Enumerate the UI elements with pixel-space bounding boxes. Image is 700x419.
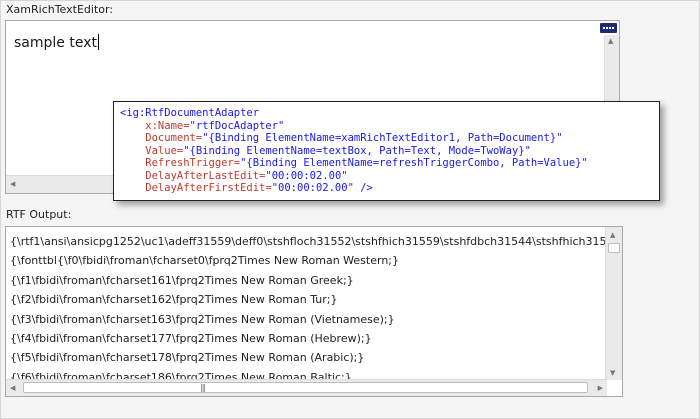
arrow-up-icon[interactable]: ▲ [608,37,613,45]
code-line: x:Name="rtfDocAdapter" [120,120,659,133]
code-val: "{Binding ElementName=textBox, Path=Text… [183,144,531,157]
arrow-up-icon[interactable]: ▲ [610,231,615,239]
scroll-grip-icon: ||| [200,383,206,392]
rtf-line: {\f3\fbidi\froman\fcharset163\fprq2Times… [10,312,395,326]
code-attr: Document= [120,132,203,144]
text-caret [97,34,99,50]
rtf-vertical-scrollbar[interactable]: ▲ ▼ [605,227,622,380]
arrow-left-icon[interactable]: ◀ [10,384,15,392]
code-line: Value="{Binding ElementName=textBox, Pat… [120,145,659,158]
code-attr: DelayAfterFirstEdit= [120,182,272,194]
rtf-line: {\rtf1\ansi\ansicpg1252\uc1\adeff31559\d… [10,235,621,248]
code-attr: RefreshTrigger= [120,157,241,169]
code-val: "{Binding ElementName=xamRichTextEditor1… [202,132,563,144]
code-attr: x:Name= [120,119,190,132]
code-line: DelayAfterLastEdit="00:00:02.00" [120,170,659,183]
code-attr: Value= [120,144,184,157]
rtf-output-textbox[interactable]: {\rtf1\ansi\ansicpg1252\uc1\adeff31559\d… [5,226,623,397]
code-tag: <ig:RtfDocumentAdapter [120,107,260,119]
code-snippet-popup: <ig:RtfDocumentAdapter x:Name="rtfDocAda… [113,101,660,201]
arrow-right-icon[interactable]: ▶ [598,384,603,392]
rtf-horizontal-scroll-thumb[interactable]: ||| [23,382,588,393]
arrow-left-icon[interactable]: ◀ [10,180,15,188]
editor-content[interactable]: sample text [14,34,99,51]
rtf-output-text: {\rtf1\ansi\ansicpg1252\uc1\adeff31559\d… [10,232,621,396]
editor-label: XamRichTextEditor: [6,3,114,16]
code-val: "00:00:02.00" /> [271,182,373,194]
code-line: DelayAfterFirstEdit="00:00:02.00" /> [120,182,659,195]
rtf-line: {\fonttbl{\f0\fbidi\froman\fcharset0\fpr… [10,254,399,268]
rtf-line: {\f5\fbidi\froman\fcharset178\fprq2Times… [10,351,365,365]
code-line: Document="{Binding ElementName=xamRichTe… [120,132,659,145]
rtf-horizontal-scrollbar[interactable]: ◀ ||| ▶ [6,379,607,396]
more-dots-icon[interactable] [600,23,617,33]
arrow-down-icon[interactable]: ▼ [610,369,615,377]
code-val: "{Binding ElementName=refreshTriggerComb… [240,157,588,169]
rtf-line: {\f2\fbidi\froman\fcharset162\fprq2Times… [10,293,338,307]
code-val: "rtfDocAdapter" [189,119,285,132]
rtf-output-label: RTF Output: [6,208,72,221]
code-line: <ig:RtfDocumentAdapter [120,107,659,120]
code-attr: DelayAfterLastEdit= [120,169,266,182]
code-val: "00:00:02.00" [265,169,348,182]
rtf-line: {\f4\fbidi\froman\fcharset177\fprq2Times… [10,332,372,346]
rtf-line: {\f1\fbidi\froman\fcharset161\fprq2Times… [10,273,354,287]
rtf-vertical-scroll-thumb[interactable] [608,243,620,253]
code-line: RefreshTrigger="{Binding ElementName=ref… [120,157,659,170]
